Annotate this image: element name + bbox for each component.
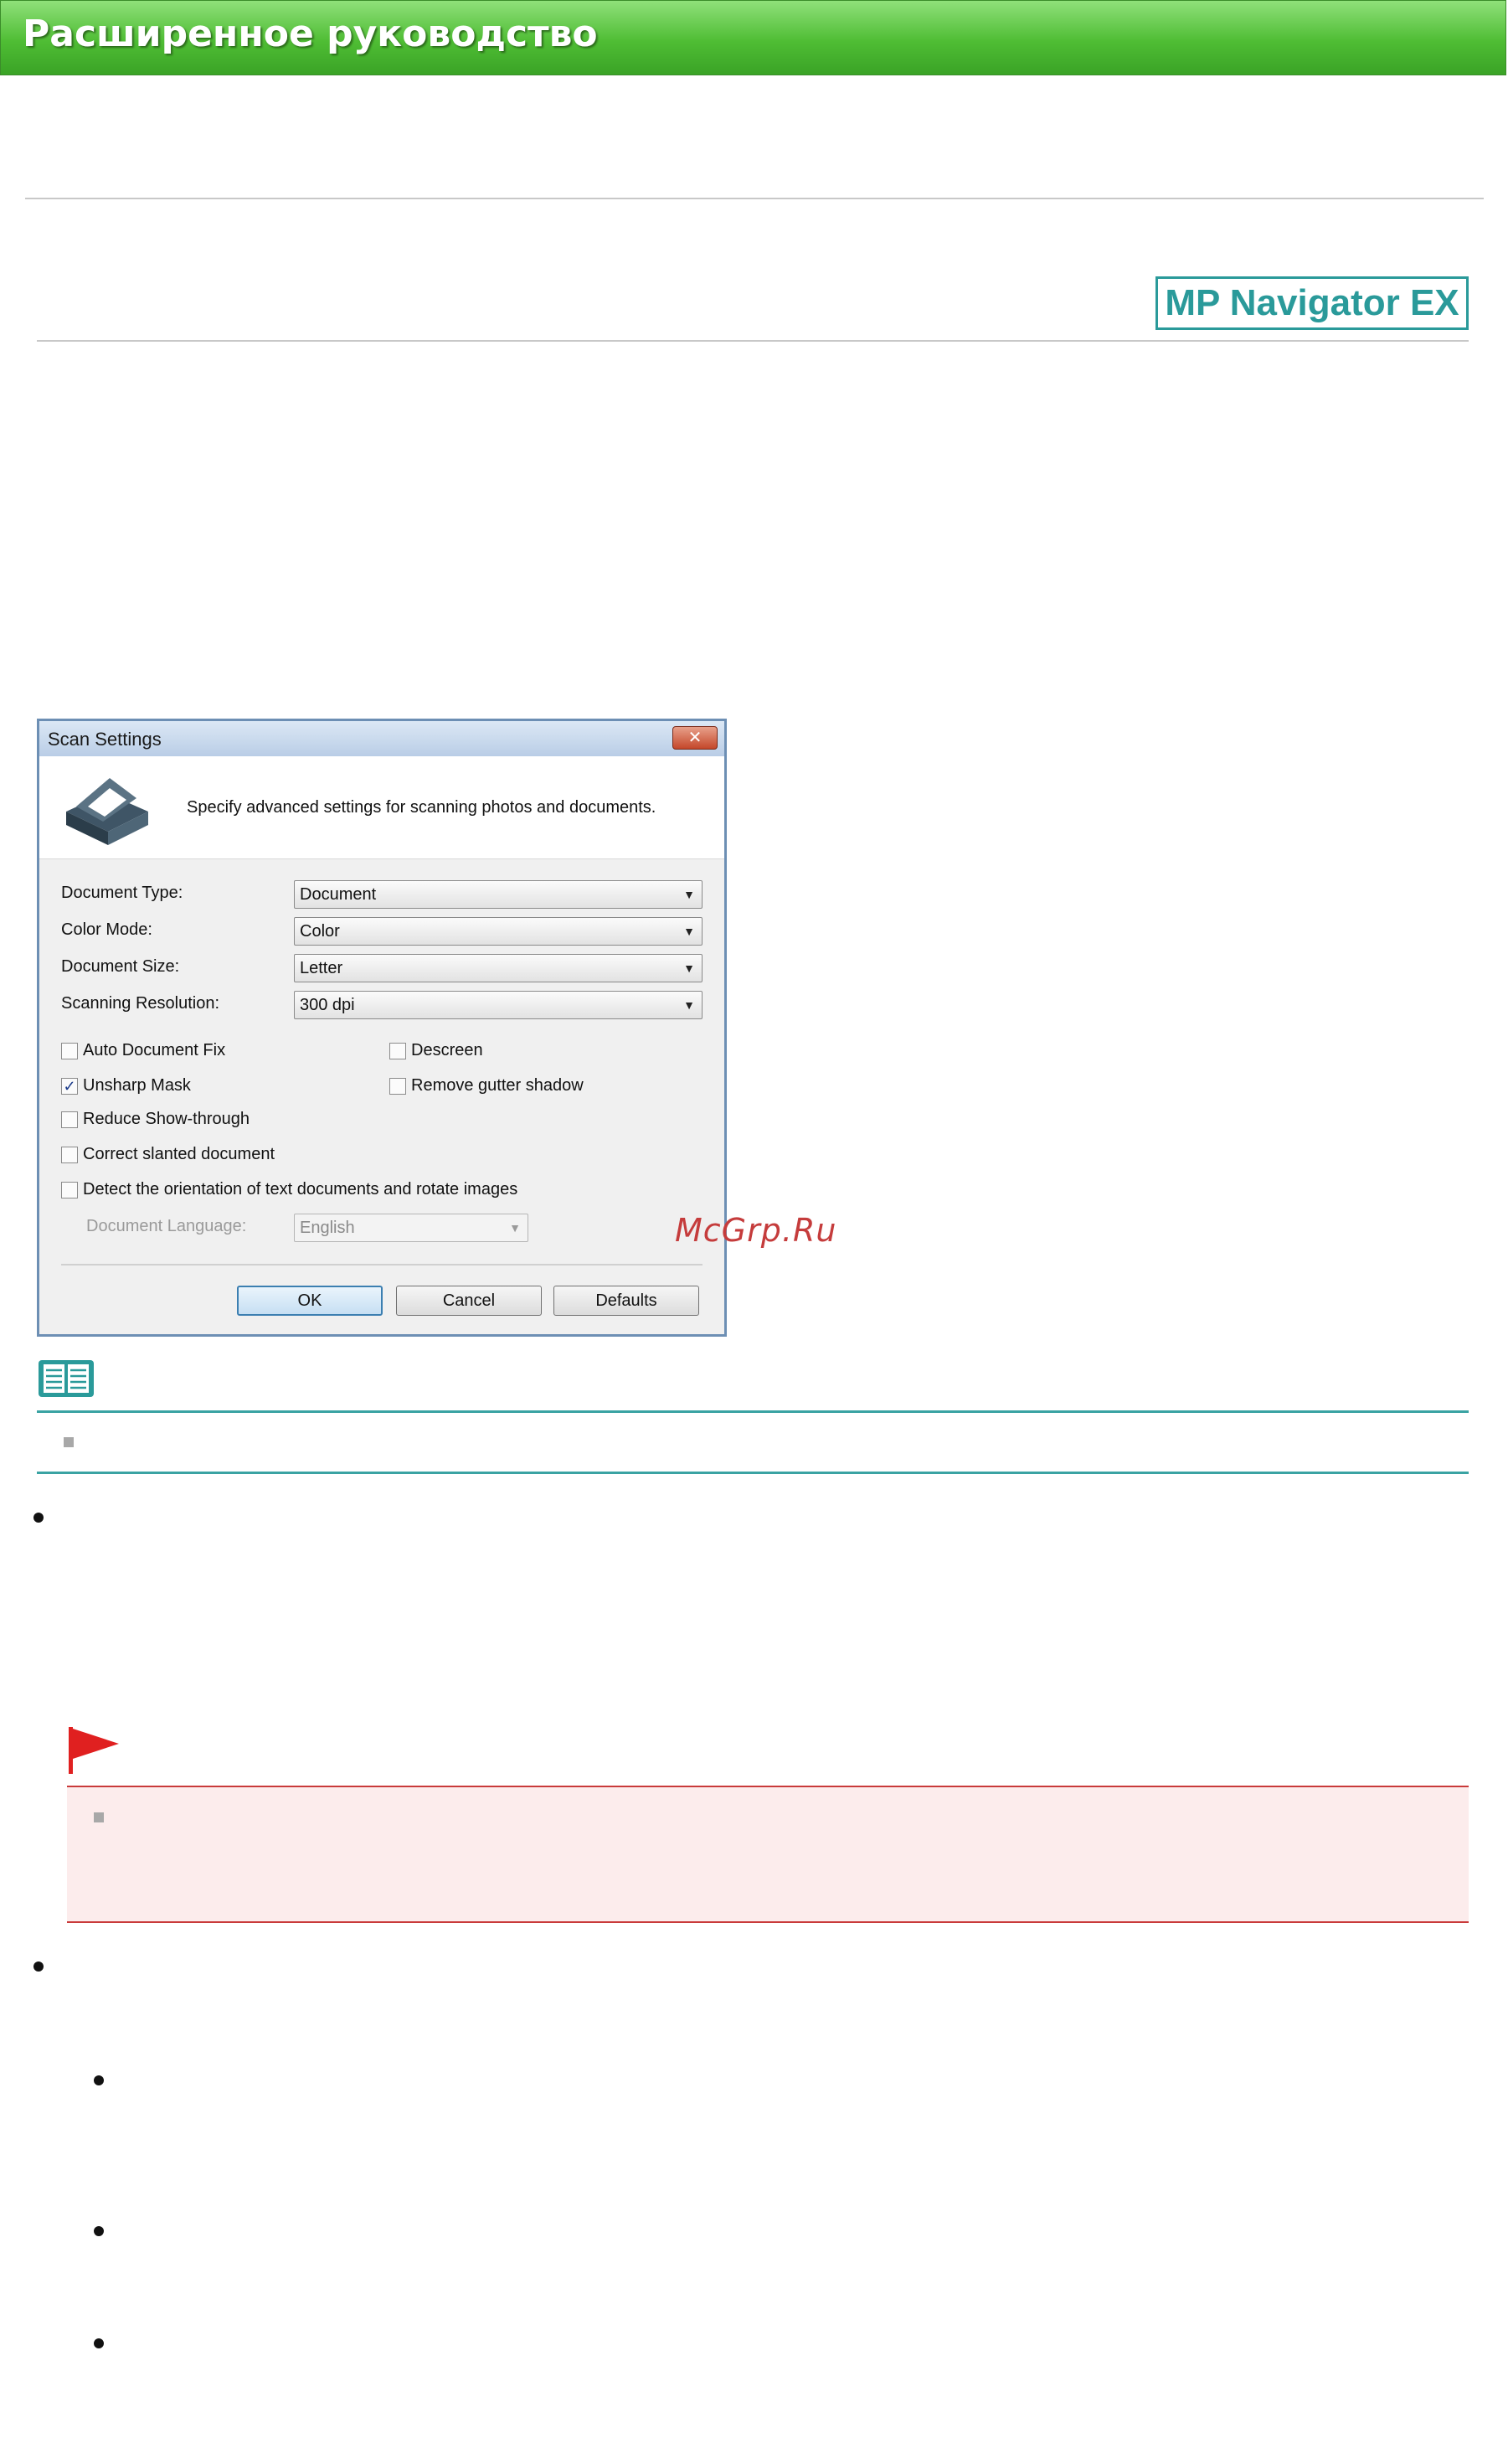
dialog-description: Specify advanced settings for scanning p… xyxy=(187,798,656,817)
sub-list-bullet xyxy=(94,2226,104,2236)
document-size-label: Document Size: xyxy=(61,957,180,976)
chevron-down-icon: ▼ xyxy=(683,925,695,938)
note-top-rule xyxy=(37,1410,1469,1413)
scanning-resolution-value: 300 dpi xyxy=(300,996,355,1014)
scanner-icon xyxy=(66,778,148,845)
note-bullet xyxy=(64,1437,74,1447)
note-bottom-rule xyxy=(37,1472,1469,1474)
checkbox-box[interactable] xyxy=(61,1146,78,1163)
close-icon[interactable]: ✕ xyxy=(672,726,718,750)
chevron-down-icon: ▼ xyxy=(683,888,695,901)
cancel-button[interactable]: Cancel xyxy=(396,1286,542,1316)
checkbox-box[interactable] xyxy=(61,1181,78,1198)
important-bullet xyxy=(94,1812,104,1822)
document-size-select[interactable]: Letter ▼ xyxy=(294,954,703,982)
watermark-text: McGrp.Ru xyxy=(675,1212,837,1249)
header-banner: Расширенное руководство xyxy=(0,0,1506,75)
logo-divider xyxy=(37,340,1469,342)
page-title: Расширенное руководство xyxy=(23,13,598,55)
color-mode-value: Color xyxy=(300,922,340,941)
important-flag-icon xyxy=(69,1727,119,1774)
detect-orientation-checkbox[interactable]: Detect the orientation of text documents… xyxy=(61,1180,517,1202)
top-divider xyxy=(25,198,1484,199)
checkbox-box[interactable] xyxy=(61,1042,78,1059)
color-mode-label: Color Mode: xyxy=(61,920,152,939)
checkbox-box[interactable] xyxy=(389,1077,406,1095)
document-language-label: Document Language: xyxy=(86,1217,247,1235)
scanning-resolution-label: Scanning Resolution: xyxy=(61,994,220,1013)
dialog-separator xyxy=(61,1264,703,1266)
descreen-checkbox[interactable]: Descreen xyxy=(389,1041,483,1063)
list-bullet xyxy=(33,1513,44,1523)
correct-slanted-checkbox[interactable]: Correct slanted document xyxy=(61,1145,275,1167)
dialog-titlebar: Scan Settings ✕ xyxy=(39,721,724,757)
document-type-select[interactable]: Document ▼ xyxy=(294,880,703,909)
document-type-label: Document Type: xyxy=(61,884,183,902)
checkbox-box[interactable] xyxy=(389,1042,406,1059)
ok-button[interactable]: OK xyxy=(237,1286,383,1316)
unsharp-mask-checkbox[interactable]: ✓ Unsharp Mask xyxy=(61,1076,191,1098)
list-bullet xyxy=(33,1961,44,1972)
dialog-header: Specify advanced settings for scanning p… xyxy=(39,756,724,859)
dialog-title: Scan Settings xyxy=(48,729,162,750)
chevron-down-icon: ▼ xyxy=(683,961,695,975)
document-language-select: English ▼ xyxy=(294,1214,528,1242)
scanning-resolution-select[interactable]: 300 dpi ▼ xyxy=(294,991,703,1019)
sub-list-bullet xyxy=(94,2338,104,2348)
mp-navigator-logo: MP Navigator EX xyxy=(1155,276,1469,330)
remove-gutter-shadow-checkbox[interactable]: Remove gutter shadow xyxy=(389,1076,584,1098)
document-language-value: English xyxy=(300,1219,355,1237)
chevron-down-icon: ▼ xyxy=(509,1221,521,1235)
sub-list-bullet xyxy=(94,2075,104,2085)
checkbox-checked[interactable]: ✓ xyxy=(61,1077,78,1095)
note-icon xyxy=(39,1360,94,1397)
document-type-value: Document xyxy=(300,885,377,904)
defaults-button[interactable]: Defaults xyxy=(553,1286,699,1316)
scan-settings-dialog: Scan Settings ✕ Specify advanced setting… xyxy=(37,719,727,1337)
reduce-show-through-checkbox[interactable]: Reduce Show-through xyxy=(61,1110,250,1131)
document-size-value: Letter xyxy=(300,959,343,977)
color-mode-select[interactable]: Color ▼ xyxy=(294,917,703,946)
important-box xyxy=(67,1786,1469,1923)
checkbox-box[interactable] xyxy=(61,1111,78,1128)
chevron-down-icon: ▼ xyxy=(683,998,695,1012)
auto-document-fix-checkbox[interactable]: Auto Document Fix xyxy=(61,1041,225,1063)
